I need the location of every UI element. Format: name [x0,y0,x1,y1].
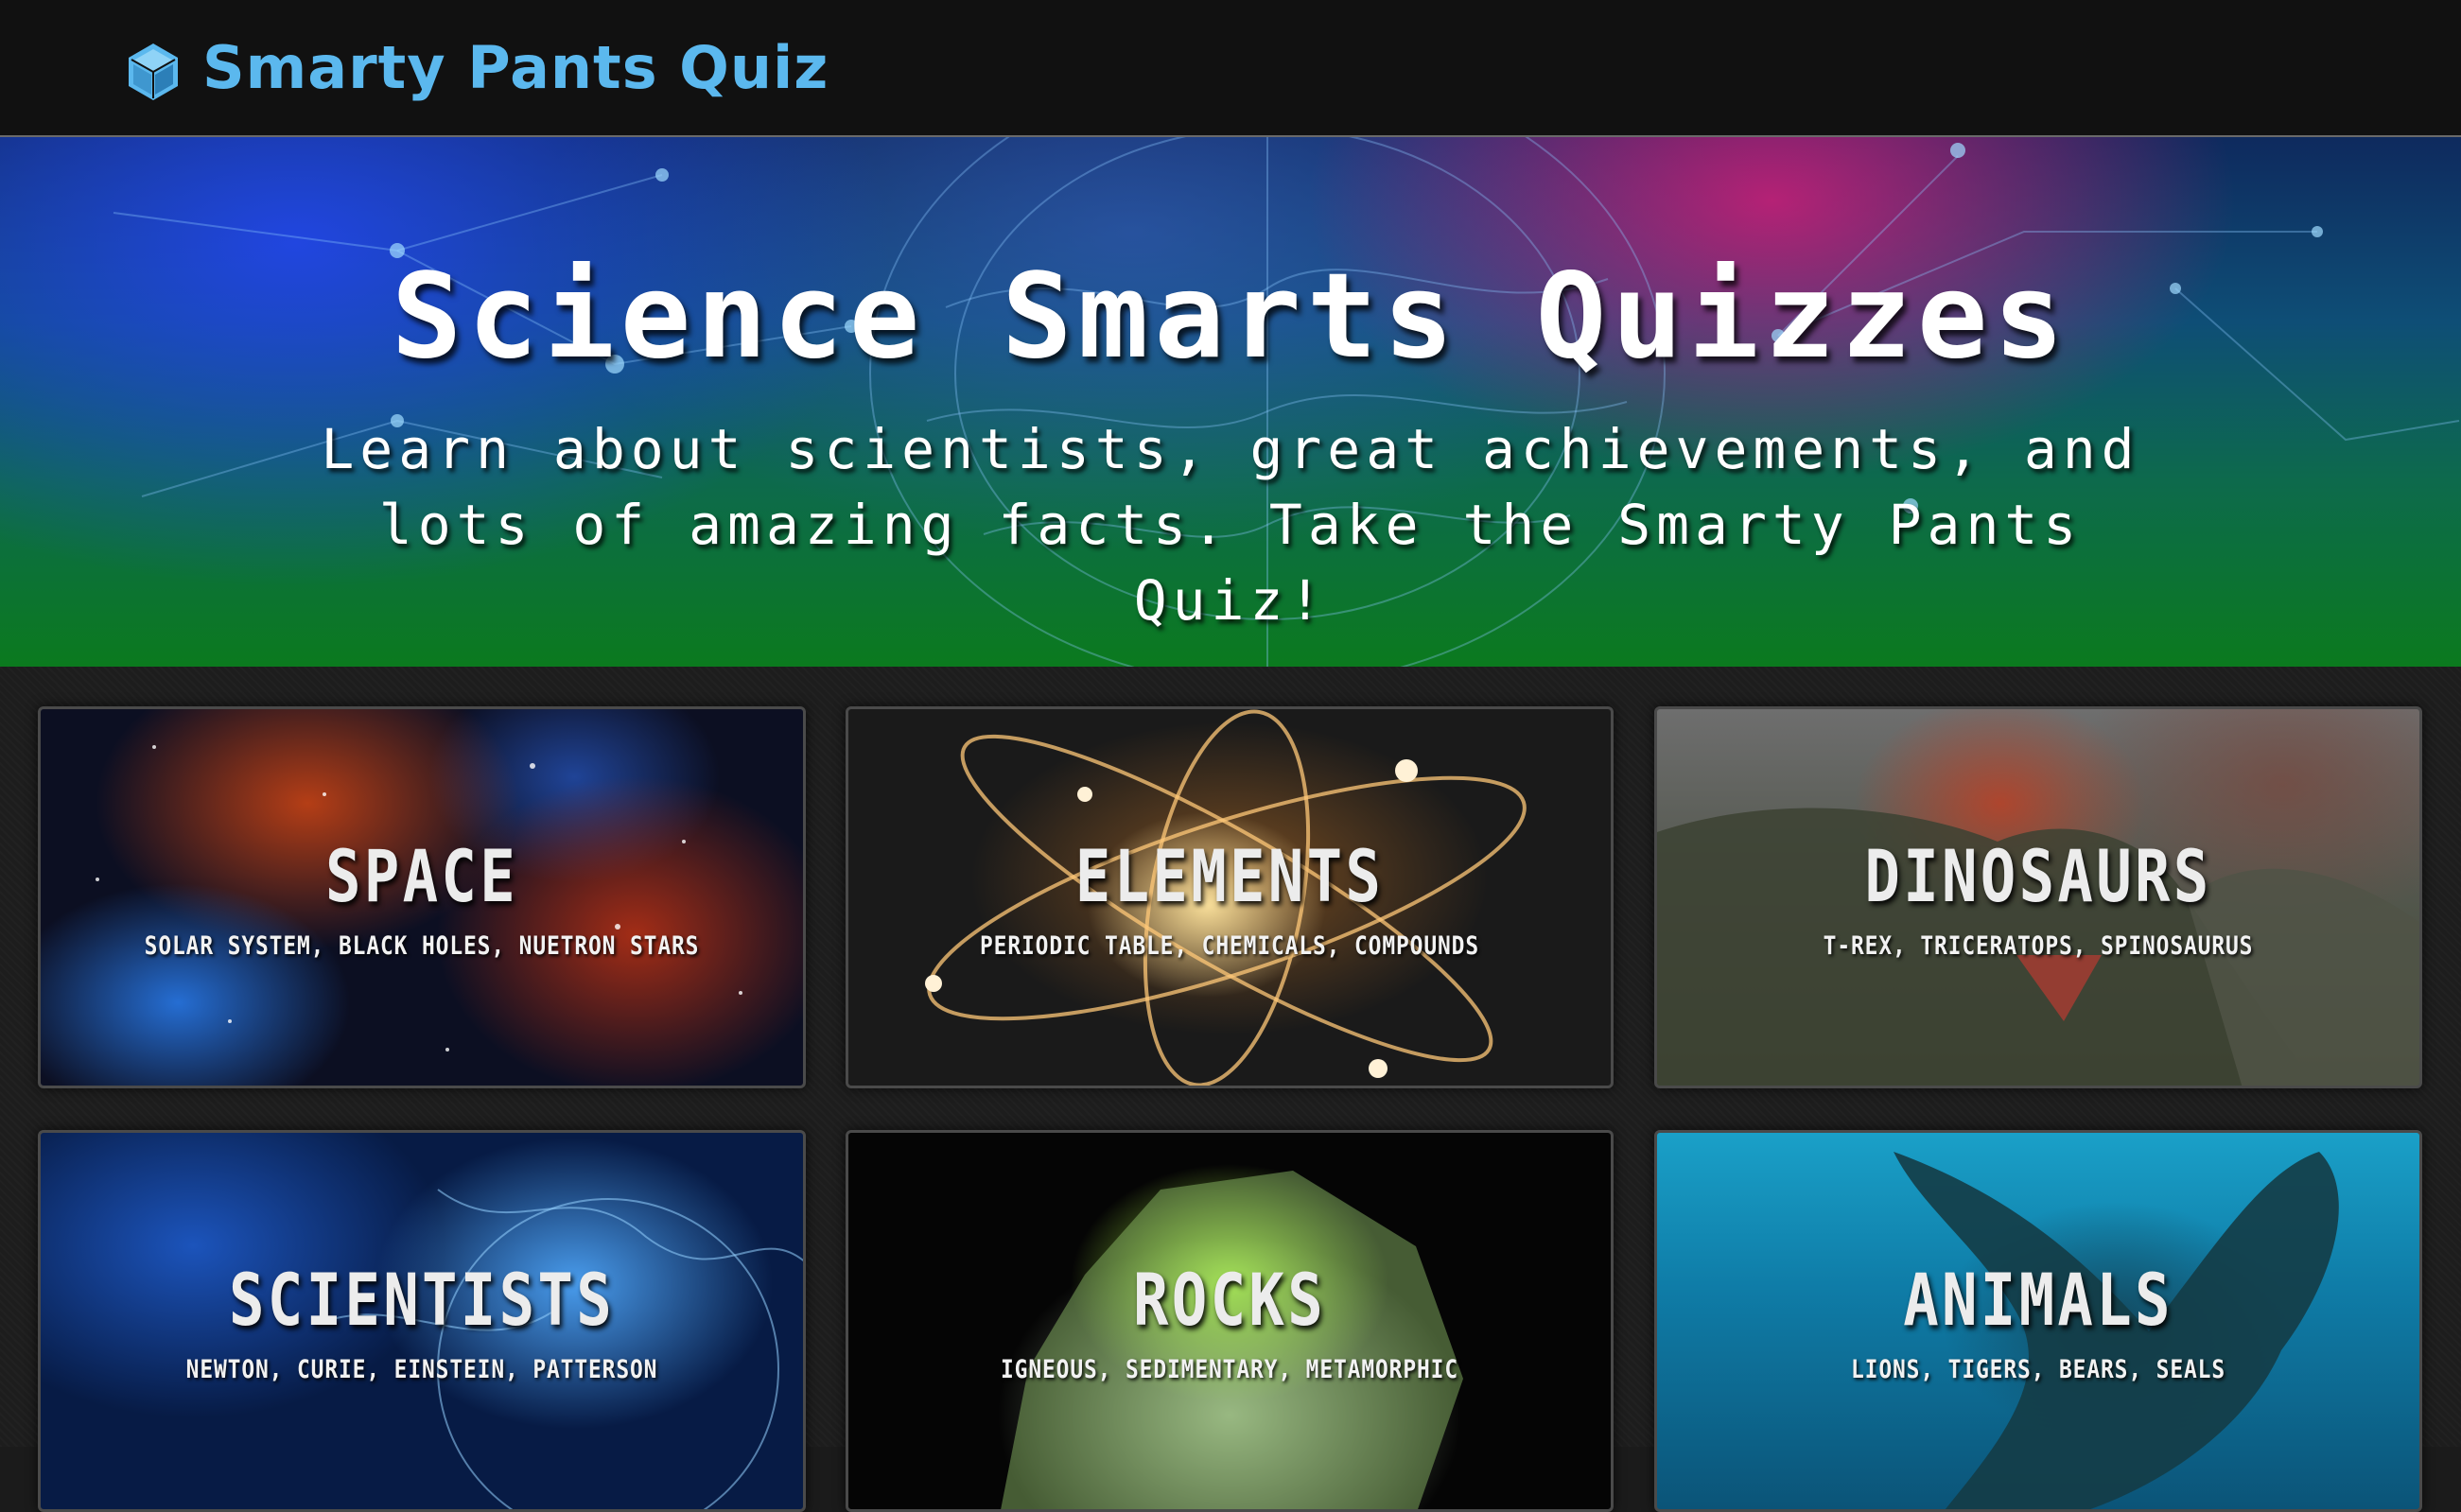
app-name-link[interactable]: Smarty Pants Quiz [202,28,829,108]
quiz-card-title: ANIMALS [1903,1258,2173,1342]
quiz-category-grid: SPACE SOLAR SYSTEM, BLACK HOLES, NUETRON… [0,667,2461,1512]
top-navigation-bar: Smarty Pants Quiz [0,0,2461,137]
quiz-card-topics: T-REX, TRICERATOPS, SPINOSAURUS [1823,931,2254,961]
quiz-card-scientists[interactable]: SCIENTISTS NEWTON, CURIE, EINSTEIN, PATT… [38,1130,806,1512]
hero-banner: Science Smarts Quizzes Learn about scien… [0,137,2461,667]
quiz-card-topics: LIONS, TIGERS, BEARS, SEALS [1850,1355,2226,1384]
quiz-card-space[interactable]: SPACE SOLAR SYSTEM, BLACK HOLES, NUETRON… [38,706,806,1088]
quiz-card-title: ELEMENTS [1074,834,1385,918]
cube-icon[interactable] [126,42,181,102]
page-title: Science Smarts Quizzes [391,249,2070,385]
page-subtitle: Learn about scientists, great achievemen… [321,417,2140,633]
quiz-card-title: SPACE [324,834,519,918]
quiz-card-animals[interactable]: ANIMALS LIONS, TIGERS, BEARS, SEALS [1654,1130,2422,1512]
quiz-card-title: ROCKS [1132,1258,1327,1342]
quiz-card-topics: PERIODIC TABLE, CHEMICALS, COMPOUNDS [979,931,1480,961]
quiz-card-title: DINOSAURS [1864,834,2212,918]
quiz-card-elements[interactable]: ELEMENTS PERIODIC TABLE, CHEMICALS, COMP… [846,706,1614,1088]
quiz-card-title: SCIENTISTS [228,1258,616,1342]
quiz-card-topics: NEWTON, CURIE, EINSTEIN, PATTERSON [185,1355,658,1384]
quiz-card-topics: IGNEOUS, SEDIMENTARY, METAMORPHIC [1000,1355,1459,1384]
quiz-card-dinosaurs[interactable]: DINOSAURS T-REX, TRICERATOPS, SPINOSAURU… [1654,706,2422,1088]
quiz-card-rocks[interactable]: ROCKS IGNEOUS, SEDIMENTARY, METAMORPHIC [846,1130,1614,1512]
quiz-card-topics: SOLAR SYSTEM, BLACK HOLES, NUETRON STARS [144,931,700,961]
